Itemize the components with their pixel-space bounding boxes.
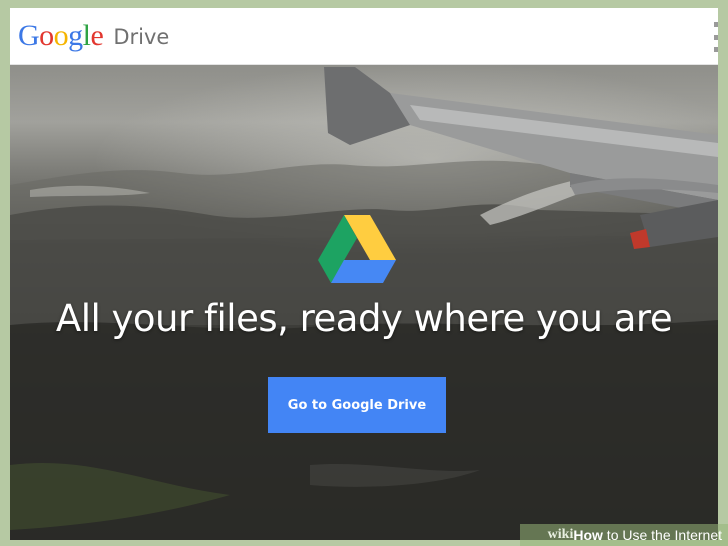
logo-letter: G [18,19,40,52]
logo-letter: o [53,19,69,52]
watermark-title: to Use the Internet [602,527,722,543]
google-drive-logo-icon [318,215,396,283]
watermark-how: How [573,527,603,543]
google-logo[interactable]: Google [18,19,104,53]
overflow-menu-icon[interactable] [710,22,718,52]
logo-letter: o [39,19,54,52]
logo-letter: e [90,19,104,52]
site-header: Google Drive [10,8,718,65]
hero-headline: All your files, ready where you are [55,297,673,340]
hero-section: All your files, ready where you are Go t… [10,65,718,540]
logo-letter: g [68,19,83,52]
watermark-wiki: wiki [547,527,574,542]
browser-page: Google Drive All your files, ready where… [10,8,718,540]
wikihow-watermark: wiki How to Use the Internet [520,524,728,546]
logo-letter: l [82,19,91,52]
product-name: Drive [113,25,170,49]
go-to-drive-button[interactable]: Go to Google Drive [268,377,446,433]
